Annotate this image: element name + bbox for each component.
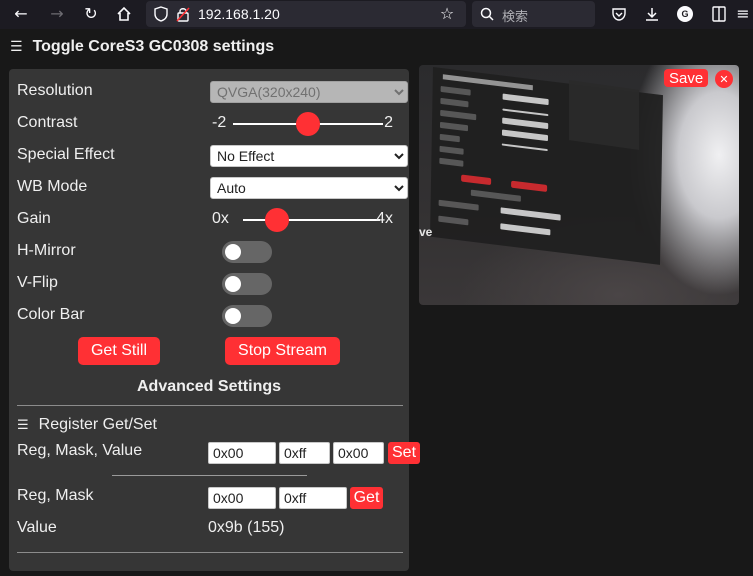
get-reg-input[interactable] [208,487,276,509]
stop-stream-button[interactable]: Stop Stream [225,337,340,365]
preview-blur-field [500,223,551,236]
preview-blur-row [438,215,469,226]
browser-toolbar: ← → ↻ 192.168.1.20 ☆ 検索 G ≡ [0,0,753,29]
nav-toggle-icon[interactable]: ☰ [10,39,23,55]
vflip-row: V-Flip [17,272,401,296]
download-icon[interactable] [641,3,663,25]
register-title: Register Get/Set [38,416,157,433]
search-icon [476,3,498,25]
contrast-label: Contrast [17,114,78,131]
forward-icon[interactable]: → [46,3,68,25]
gain-slider[interactable] [243,208,380,232]
panel-bottom-divider [17,552,403,553]
preview-blur-row [439,145,464,155]
wb-mode-row: WB Mode Auto [17,176,408,200]
preview-blur-field [501,143,548,152]
set-reg-input[interactable] [208,442,276,464]
preview-blur-button [461,174,492,186]
contrast-slider-thumb[interactable] [296,112,320,136]
set-register-button[interactable]: Set [388,442,420,464]
gain-max-label: 4x [376,210,393,227]
preview-edge-text: ve [419,225,433,239]
preview-blur-field [502,93,549,106]
toggle-knob [225,308,241,324]
preview-blur-field [500,207,561,221]
page-title: Toggle CoreS3 GC0308 settings [32,38,275,55]
wb-mode-label: WB Mode [17,178,88,195]
preview-blur-row [440,97,469,108]
preview-blur-field [502,108,549,117]
pocket-icon[interactable] [608,3,630,25]
gain-label: Gain [17,210,51,227]
insecure-lock-icon[interactable] [172,3,194,25]
register-toggle-icon[interactable]: ☰ [17,418,29,433]
save-image-button[interactable]: Save [664,69,709,87]
reader-view-icon[interactable] [708,3,730,25]
preview-blur-row [438,199,479,211]
contrast-min-label: -2 [212,114,227,131]
register-divider [112,475,307,476]
toggle-knob [225,244,241,260]
special-effect-label: Special Effect [17,146,115,163]
preview-blur-window [569,80,639,150]
preview-blur-row [439,133,460,143]
set-mask-input[interactable] [279,442,330,464]
menu-icon[interactable]: ≡ [732,3,753,25]
reload-icon[interactable]: ↻ [80,3,102,25]
special-effect-select[interactable]: No Effect [210,145,408,167]
contrast-max-label: 2 [384,114,393,131]
resolution-row: Resolution QVGA(320x240) [17,80,408,104]
bookmark-star-icon[interactable]: ☆ [436,3,458,25]
get-register-button[interactable]: Get [350,487,383,509]
vflip-toggle[interactable] [222,273,272,295]
home-icon[interactable] [113,3,135,25]
hmirror-toggle[interactable] [222,241,272,263]
page-header: ☰ Toggle CoreS3 GC0308 settings [10,38,274,56]
preview-blur-row [440,85,471,96]
toggle-knob [225,276,241,292]
get-mask-input[interactable] [279,487,347,509]
preview-blur-row [440,109,477,121]
set-value-input[interactable] [333,442,384,464]
profile-avatar[interactable]: G [677,6,693,22]
wb-mode-select[interactable]: Auto [210,177,408,199]
hmirror-row: H-Mirror [17,240,401,264]
colorbar-toggle[interactable] [222,305,272,327]
preview-blur-row [439,121,469,132]
preview-blur-row [439,157,464,167]
section-divider [17,405,403,406]
search-placeholder: 検索 [502,9,529,24]
value-label: Value [17,519,57,536]
back-icon[interactable]: ← [10,3,32,25]
preview-blur-field [501,129,549,142]
gain-slider-thumb[interactable] [265,208,290,232]
colorbar-row: Color Bar [17,304,401,328]
search-bar[interactable]: 検索 [472,1,595,27]
colorbar-label: Color Bar [17,306,85,323]
advanced-settings-heading: Advanced Settings [136,378,282,395]
register-section-header: ☰ Register Get/Set [17,416,157,434]
reg-mask-value-label: Reg, Mask, Value [17,442,143,459]
shield-icon[interactable] [150,3,172,25]
preview-blur-row [470,189,521,202]
gain-min-label: 0x [212,210,229,227]
url-bar[interactable]: 192.168.1.20 ☆ [146,1,466,27]
register-value-readout: 0x9b (155) [208,519,285,536]
preview-blur-button [511,180,548,192]
gain-row: Gain 0x 4x [17,208,401,232]
hmirror-label: H-Mirror [17,242,76,259]
special-effect-row: Special Effect No Effect [17,144,408,168]
close-preview-icon[interactable]: ✕ [715,70,733,88]
reg-mask-label: Reg, Mask [17,487,94,504]
get-still-button[interactable]: Get Still [78,337,160,365]
preview-blur-field [502,117,549,130]
vflip-label: V-Flip [17,274,58,291]
camera-preview: ve [419,65,739,305]
resolution-label: Resolution [17,82,93,99]
settings-panel: Resolution QVGA(320x240) Contrast -2 2 S… [9,69,420,571]
resolution-select[interactable]: QVGA(320x240) [210,81,408,103]
contrast-row: Contrast -2 2 [17,112,401,136]
url-text: 192.168.1.20 [198,6,280,22]
contrast-slider[interactable] [233,112,383,136]
